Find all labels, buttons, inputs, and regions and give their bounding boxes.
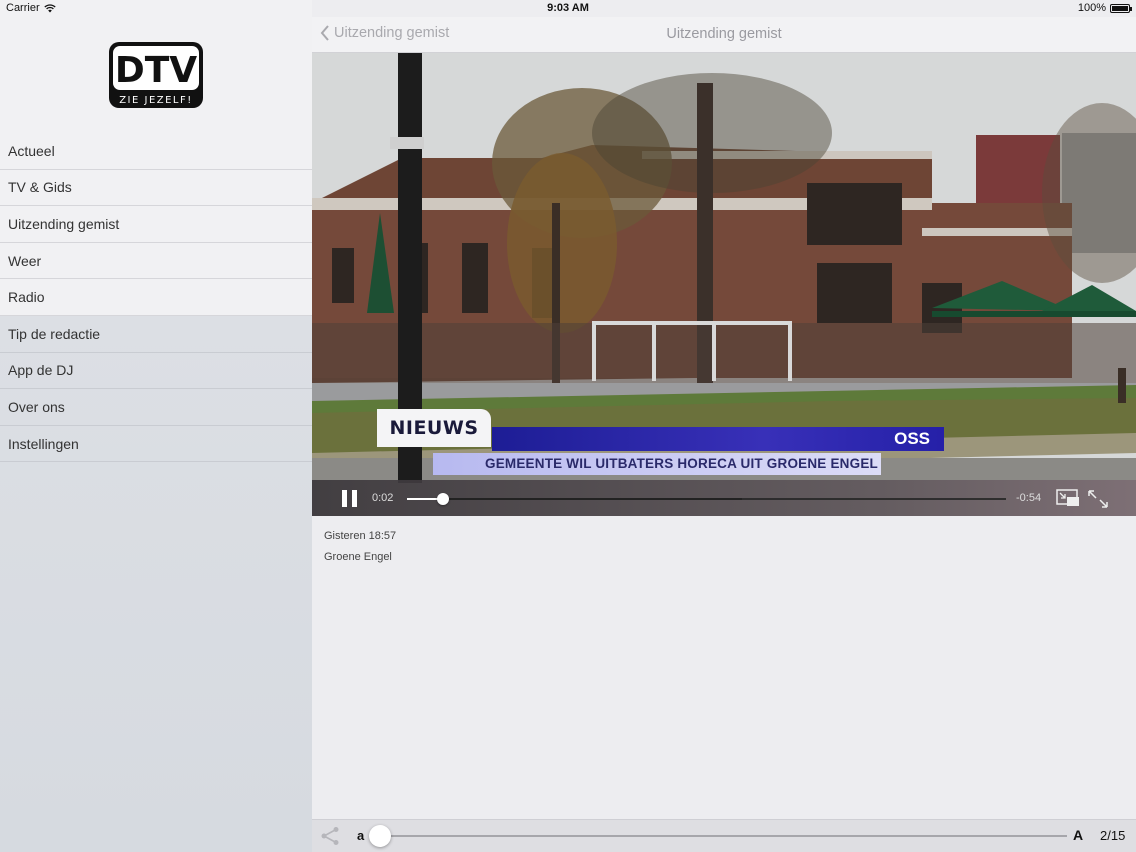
player-controls: 0:02 -0:54 [312,480,1136,516]
sidebar-item-actueel[interactable]: Actueel [0,133,312,170]
dtv-logo[interactable]: DTV ZIE JEZELF! [108,41,204,109]
font-size-small-label: a [357,828,365,843]
broadcast-title: Groene Engel [324,551,392,563]
clock: 9:03 AM [547,2,589,14]
location-label: OSS [894,429,930,448]
sidebar-item-weer[interactable]: Weer [0,243,312,280]
headline-bar: GEMEENTE WIL UITBATERS HORECA UIT GROENE… [433,453,881,475]
sidebar-item-instellingen[interactable]: Instellingen [0,426,312,463]
sidebar-item-radio[interactable]: Radio [0,279,312,316]
bottom-toolbar: a A 2/15 [312,819,1136,852]
pause-button[interactable] [342,490,358,507]
battery-icon [1110,3,1132,13]
sidebar-item-uitzending-gemist[interactable]: Uitzending gemist [0,206,312,243]
logo-brand: DTV [115,50,197,91]
elapsed-time: 0:02 [372,492,394,504]
font-size-slider[interactable] [369,825,1067,847]
picture-in-picture-icon[interactable] [1056,489,1080,507]
scrubber-track[interactable] [407,493,1006,505]
remaining-time: -0:54 [1016,492,1042,504]
sidebar-item-app-de-dj[interactable]: App de DJ [0,353,312,390]
main-content: Uitzending gemist Uitzending gemist NIEU… [312,0,1136,852]
sidebar: DTV ZIE JEZELF! Actueel TV & Gids Uitzen… [0,0,312,852]
page-title: Uitzending gemist [666,26,782,42]
headline-text: GEMEENTE WIL UITBATERS HORECA UIT GROENE… [485,456,878,471]
nieuws-tag: NIEUWS [377,409,491,447]
font-size-slider-handle[interactable] [369,825,391,847]
broadcast-date: Gisteren 18:57 [324,530,397,542]
logo-tagline: ZIE JEZELF! [119,95,193,106]
video-player[interactable]: NIEUWS OSS GEMEENTE WIL UITBATERS HORECA… [312,53,1136,516]
share-icon[interactable] [320,826,340,846]
sidebar-menu: Actueel TV & Gids Uitzending gemist Weer… [0,133,312,463]
navigation-bar: Uitzending gemist Uitzending gemist [312,17,1136,53]
buffered-bar [407,498,743,500]
location-bar: OSS [492,427,944,451]
battery-percent: 100% [1077,2,1106,14]
sidebar-item-over-ons[interactable]: Over ons [0,389,312,426]
font-size-large-label: A [1073,827,1084,843]
scrubber-handle[interactable] [436,493,449,505]
sidebar-item-tv-gids[interactable]: TV & Gids [0,170,312,207]
fullscreen-icon[interactable] [1087,489,1109,509]
page-indicator: 2/15 [1100,828,1126,843]
status-bar: Carrier 9:03 AM 100% [0,0,1136,17]
sidebar-item-tip-de-redactie[interactable]: Tip de redactie [0,316,312,353]
